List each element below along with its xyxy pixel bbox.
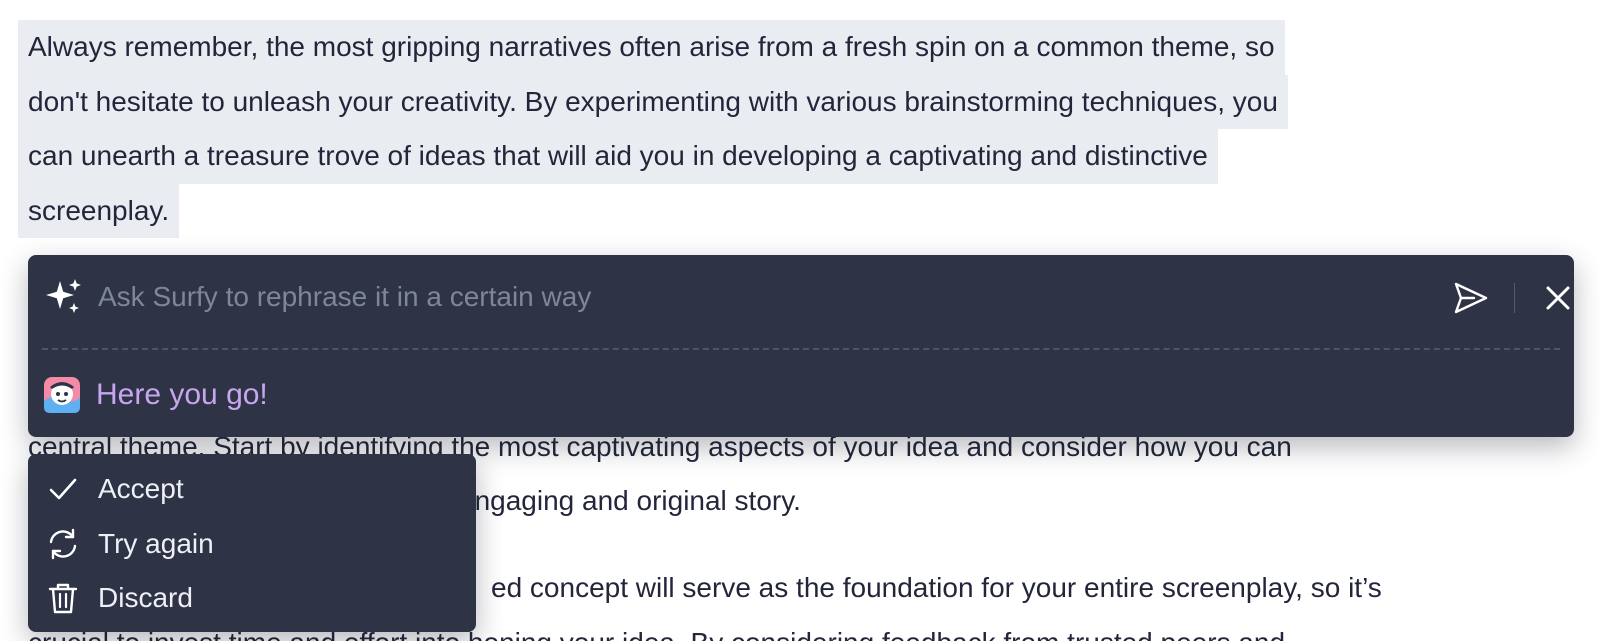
try-again-label: Try again — [98, 527, 214, 559]
divider — [1514, 283, 1515, 313]
sparkle-icon — [46, 279, 81, 313]
discard-button[interactable]: Discard — [28, 571, 476, 626]
send-icon[interactable] — [1452, 279, 1490, 317]
trash-icon — [48, 584, 78, 614]
accept-button[interactable]: Accept — [28, 462, 476, 517]
ai-assistant-panel: Here you go! — [28, 255, 1574, 437]
selected-line: screenplay. — [18, 183, 1588, 238]
rephrase-prompt-input[interactable] — [98, 273, 1398, 321]
response-text: Here you go! — [96, 378, 268, 411]
dashed-divider — [42, 348, 1560, 350]
selected-line: can unearth a treasure trove of ideas th… — [18, 129, 1588, 184]
selected-text: don't hesitate to unleash your creativit… — [18, 74, 1288, 129]
prompt-row — [28, 255, 1574, 339]
suggestion-action-menu: Accept Try again Discard — [28, 454, 476, 632]
assistant-response: Here you go! — [42, 373, 268, 417]
selected-text: can unearth a treasure trove of ideas th… — [18, 129, 1218, 184]
paragraph-line: ed concept will serve as the foundation … — [491, 572, 1382, 603]
try-again-button[interactable]: Try again — [28, 517, 476, 572]
selected-paragraph[interactable]: Always remember, the most gripping narra… — [18, 20, 1588, 238]
checkmark-icon — [49, 478, 77, 500]
discard-label: Discard — [98, 582, 193, 614]
selected-text: screenplay. — [18, 183, 180, 238]
selected-line: Always remember, the most gripping narra… — [18, 20, 1588, 75]
selected-text: Always remember, the most gripping narra… — [18, 20, 1285, 75]
document-body: Always remember, the most gripping narra… — [18, 20, 1588, 238]
selected-line: don't hesitate to unleash your creativit… — [18, 74, 1588, 129]
paragraph-line: engaging and original story. — [459, 485, 801, 516]
surfy-avatar-icon — [44, 377, 80, 413]
accept-label: Accept — [98, 473, 184, 505]
refresh-icon — [49, 528, 77, 559]
close-icon[interactable] — [1542, 282, 1574, 314]
